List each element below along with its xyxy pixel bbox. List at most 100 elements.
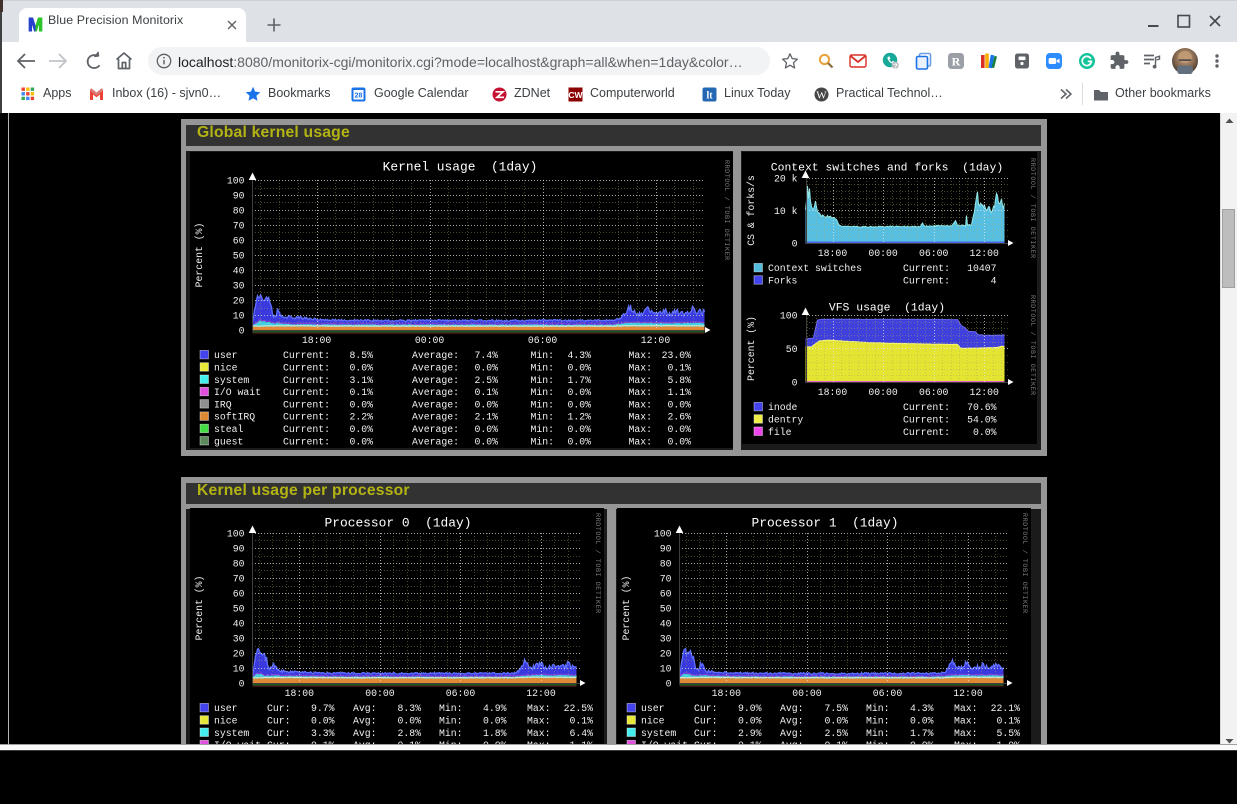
svg-text:Current:: Current: bbox=[283, 436, 330, 447]
svg-text:user: user bbox=[214, 703, 238, 714]
svg-text:3.1%: 3.1% bbox=[349, 375, 373, 386]
svg-text:0.1%: 0.1% bbox=[996, 716, 1020, 727]
svg-text:8.3%: 8.3% bbox=[397, 703, 421, 714]
svg-text:06:00: 06:00 bbox=[919, 248, 949, 259]
svg-text:0.0%: 0.0% bbox=[973, 427, 997, 438]
svg-text:40: 40 bbox=[660, 618, 672, 629]
svg-text:VFS usage (1day): VFS usage (1day) bbox=[829, 303, 945, 315]
svg-text:30: 30 bbox=[233, 280, 245, 291]
svg-text:18:00: 18:00 bbox=[818, 248, 848, 259]
svg-text:06:00: 06:00 bbox=[528, 335, 558, 346]
svg-text:100: 100 bbox=[227, 175, 245, 186]
svg-text:Max:: Max: bbox=[954, 703, 978, 714]
svg-text:Min:: Min: bbox=[530, 375, 554, 386]
svg-text:Processor 0 (1day): Processor 0 (1day) bbox=[325, 516, 472, 531]
svg-text:0.0%: 0.0% bbox=[910, 716, 934, 727]
svg-text:inode: inode bbox=[768, 402, 798, 413]
svg-text:18:00: 18:00 bbox=[285, 688, 315, 699]
svg-text:Cur:: Cur: bbox=[694, 716, 718, 727]
svg-text:Min:: Min: bbox=[866, 728, 890, 739]
svg-text:0.0%: 0.0% bbox=[738, 716, 762, 727]
svg-text:5.8%: 5.8% bbox=[667, 375, 691, 386]
svg-text:20: 20 bbox=[660, 648, 672, 659]
svg-text:system: system bbox=[641, 728, 676, 739]
svg-text:18:00: 18:00 bbox=[302, 335, 332, 346]
svg-text:guest: guest bbox=[214, 436, 243, 447]
svg-text:0.0%: 0.0% bbox=[311, 716, 335, 727]
svg-text:Max:: Max: bbox=[628, 399, 652, 410]
svg-text:0.0%: 0.0% bbox=[667, 399, 691, 410]
svg-text:IRQ: IRQ bbox=[214, 399, 232, 410]
svg-text:RRDTOOL / TOBI OETIKER: RRDTOOL / TOBI OETIKER bbox=[1028, 295, 1036, 396]
svg-text:0.0%: 0.0% bbox=[397, 716, 421, 727]
svg-text:Average:: Average: bbox=[412, 424, 459, 435]
svg-text:80: 80 bbox=[660, 558, 672, 569]
svg-text:Max:: Max: bbox=[628, 424, 652, 435]
svg-text:steal: steal bbox=[214, 424, 244, 435]
svg-text:Min:: Min: bbox=[530, 436, 554, 447]
svg-text:Cur:: Cur: bbox=[267, 716, 291, 727]
svg-text:0: 0 bbox=[239, 325, 245, 336]
svg-text:Cur:: Cur: bbox=[267, 703, 291, 714]
svg-text:00:00: 00:00 bbox=[868, 387, 898, 398]
svg-text:Current:: Current: bbox=[903, 263, 950, 274]
svg-text:0.0%: 0.0% bbox=[567, 424, 591, 435]
svg-text:40: 40 bbox=[233, 618, 245, 629]
svg-text:0.1%: 0.1% bbox=[349, 387, 373, 398]
svg-text:Cur:: Cur: bbox=[694, 703, 718, 714]
svg-text:90: 90 bbox=[233, 543, 245, 554]
svg-text:8.5%: 8.5% bbox=[349, 350, 373, 361]
svg-text:Max:: Max: bbox=[527, 716, 551, 727]
svg-text:9.7%: 9.7% bbox=[311, 703, 335, 714]
svg-text:10407: 10407 bbox=[967, 263, 997, 274]
svg-text:20 k: 20 k bbox=[774, 173, 798, 184]
svg-text:Current:: Current: bbox=[903, 427, 950, 438]
svg-text:00:00: 00:00 bbox=[792, 688, 822, 699]
svg-text:Max:: Max: bbox=[527, 703, 551, 714]
svg-text:2.5%: 2.5% bbox=[824, 728, 848, 739]
svg-text:Min:: Min: bbox=[866, 716, 890, 727]
svg-text:Avg:: Avg: bbox=[780, 728, 804, 739]
svg-text:0.0%: 0.0% bbox=[667, 424, 691, 435]
svg-text:0.0%: 0.0% bbox=[567, 363, 591, 374]
svg-text:06:00: 06:00 bbox=[919, 387, 949, 398]
svg-text:6.4%: 6.4% bbox=[569, 728, 593, 739]
svg-text:0.1%: 0.1% bbox=[569, 716, 593, 727]
svg-text:0.1%: 0.1% bbox=[667, 363, 691, 374]
svg-text:0.0%: 0.0% bbox=[483, 716, 507, 727]
svg-text:Min:: Min: bbox=[530, 387, 554, 398]
svg-text:4.3%: 4.3% bbox=[910, 703, 934, 714]
svg-text:0.0%: 0.0% bbox=[349, 436, 373, 447]
svg-text:Current:: Current: bbox=[283, 387, 330, 398]
svg-text:W: W bbox=[816, 90, 827, 102]
svg-text:30: 30 bbox=[660, 633, 672, 644]
svg-text:70: 70 bbox=[660, 573, 672, 584]
svg-text:9.0%: 9.0% bbox=[738, 703, 762, 714]
svg-text:28: 28 bbox=[355, 93, 363, 100]
svg-text:100: 100 bbox=[227, 528, 245, 539]
svg-text:0.0%: 0.0% bbox=[824, 716, 848, 727]
svg-text:Average:: Average: bbox=[412, 412, 459, 423]
svg-text:Cur:: Cur: bbox=[694, 728, 718, 739]
svg-text:1.1%: 1.1% bbox=[667, 387, 691, 398]
svg-text:54.0%: 54.0% bbox=[967, 415, 997, 426]
svg-text:CW: CW bbox=[568, 90, 583, 100]
svg-text:Max:: Max: bbox=[628, 375, 652, 386]
svg-text:70: 70 bbox=[233, 220, 245, 231]
svg-text:Max:: Max: bbox=[628, 350, 652, 361]
svg-text:Avg:: Avg: bbox=[353, 703, 377, 714]
svg-text:nice: nice bbox=[214, 363, 238, 374]
svg-text:1.7%: 1.7% bbox=[910, 728, 934, 739]
svg-text:2.9%: 2.9% bbox=[738, 728, 762, 739]
svg-text:12:00: 12:00 bbox=[969, 387, 999, 398]
svg-text:0.0%: 0.0% bbox=[474, 399, 498, 410]
svg-text:18:00: 18:00 bbox=[818, 387, 848, 398]
svg-text:user: user bbox=[641, 703, 665, 714]
svg-text:00:00: 00:00 bbox=[365, 688, 395, 699]
svg-text:Percent (%): Percent (%) bbox=[194, 576, 205, 641]
svg-text:7.5%: 7.5% bbox=[824, 703, 848, 714]
svg-text:0: 0 bbox=[666, 678, 672, 689]
svg-text:Min:: Min: bbox=[439, 728, 463, 739]
svg-text:Max:: Max: bbox=[628, 412, 652, 423]
svg-text:06:00: 06:00 bbox=[446, 688, 476, 699]
